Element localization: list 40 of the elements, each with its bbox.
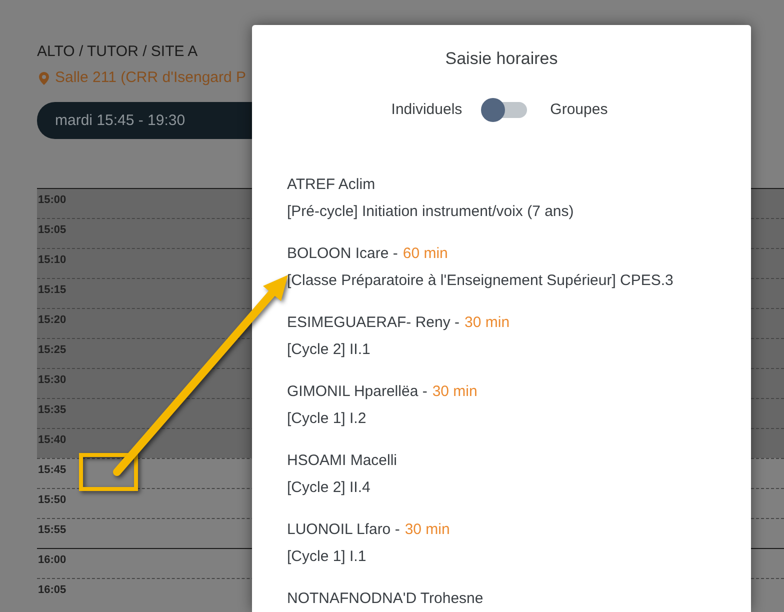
duration-label: 30 min bbox=[404, 521, 450, 538]
course-label: [Cycle 2] II.1 bbox=[287, 341, 370, 358]
course-label: [Cycle 1] I.1 bbox=[287, 548, 366, 565]
time-label: 15:55 bbox=[38, 523, 66, 537]
student-name[interactable]: BOLOON Icare - bbox=[287, 245, 398, 262]
course-label: [Classe Préparatoire à l'Enseignement Supérieur] CPES.3 bbox=[287, 272, 674, 289]
course-label: [Pré-cycle] Initiation instrument/voix (7 ans) bbox=[287, 203, 574, 220]
time-label: 15:05 bbox=[38, 223, 66, 237]
course-label: [Cycle 2] II.4 bbox=[287, 479, 370, 496]
student-name[interactable]: LUONOIL Lfaro - bbox=[287, 521, 400, 538]
student-name[interactable]: ATREF Aclim bbox=[287, 176, 376, 193]
location-pin-icon bbox=[39, 72, 49, 84]
time-label: 15:35 bbox=[38, 403, 66, 417]
course-label: [Cycle 1] I.2 bbox=[287, 410, 366, 427]
student-name[interactable]: ESIMEGUAERAF- Reny - bbox=[287, 314, 460, 331]
mode-toggle-switch[interactable] bbox=[481, 98, 528, 122]
time-label: 15:45 bbox=[38, 463, 66, 477]
duration-label: 30 min bbox=[432, 383, 478, 400]
time-label: 15:30 bbox=[38, 373, 66, 387]
time-label: 15:20 bbox=[38, 313, 66, 327]
student-name[interactable]: NOTNAFNODNA'D Trohesne bbox=[287, 590, 484, 607]
dialog-title: Saisie horaires bbox=[445, 48, 558, 70]
time-range-banner: mardi 15:45 - 19:30 bbox=[37, 102, 252, 139]
toggle-label: Groupes bbox=[550, 100, 608, 120]
time-label: 15:15 bbox=[38, 283, 66, 297]
duration-label: 60 min bbox=[402, 245, 448, 262]
duration-label: 30 min bbox=[464, 314, 510, 331]
time-label: 15:10 bbox=[38, 253, 66, 267]
time-label: 16:00 bbox=[38, 553, 66, 567]
time-label: 15:40 bbox=[38, 433, 66, 447]
time-label: 15:50 bbox=[38, 493, 66, 507]
time-label: 15:00 bbox=[38, 193, 66, 207]
highlight-box bbox=[79, 453, 138, 491]
breadcrumb-text: ALTO / TUTOR / SITE A bbox=[37, 42, 198, 62]
time-label: 16:05 bbox=[38, 583, 66, 597]
student-name[interactable]: HSOAMI Macelli bbox=[287, 452, 398, 469]
student-name[interactable]: GIMONIL Hparellëa - bbox=[287, 383, 428, 400]
time-label: 15:25 bbox=[38, 343, 66, 357]
toggle-label: Individuels bbox=[391, 100, 462, 120]
location-text: Salle 211 (CRR d'Isengard P bbox=[55, 68, 246, 88]
